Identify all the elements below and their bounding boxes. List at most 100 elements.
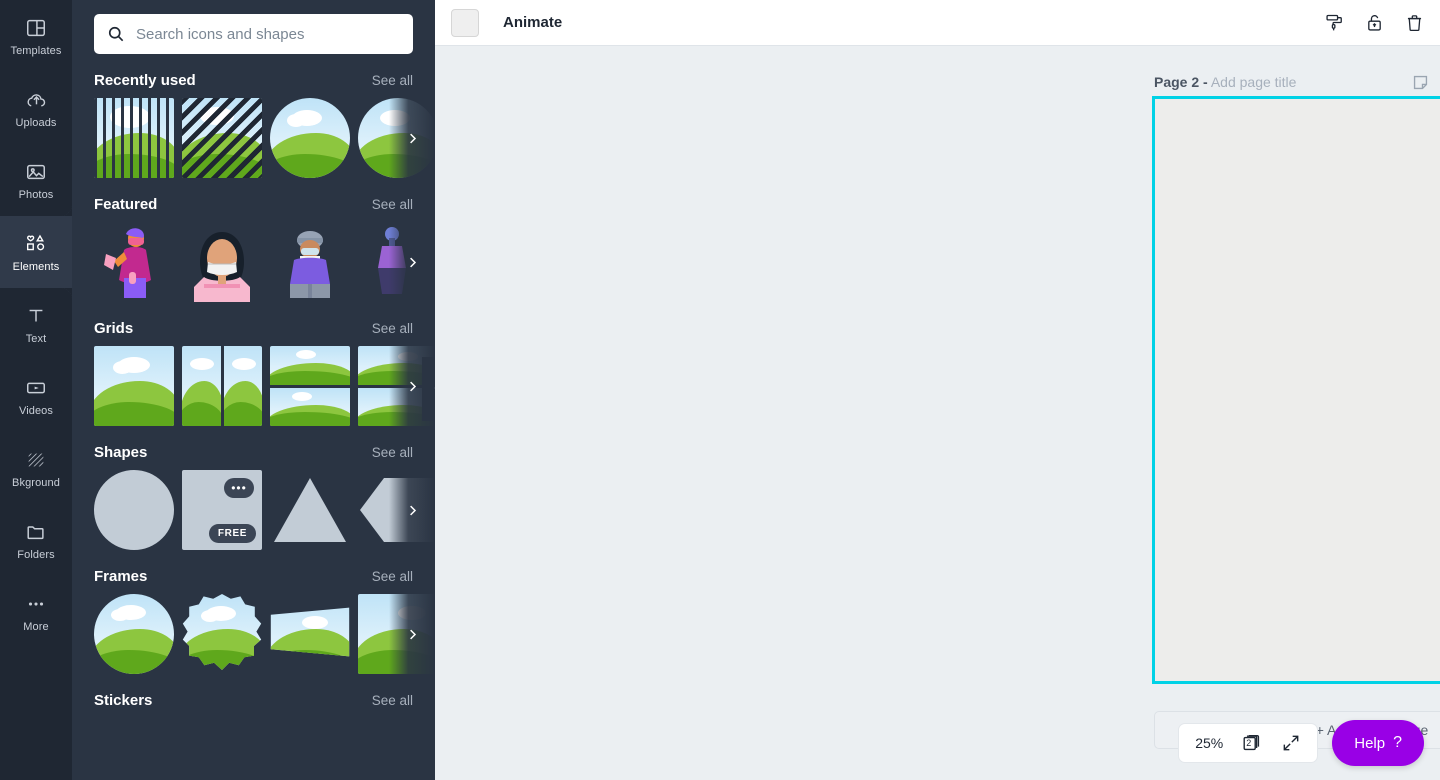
ellipsis-icon <box>23 591 49 617</box>
section-grids: Grids See all <box>72 320 435 426</box>
sidebar-item-folders[interactable]: Folders <box>0 504 72 576</box>
see-all-link[interactable]: See all <box>372 321 413 336</box>
section-shapes: Shapes See all ••• FREE <box>72 444 435 550</box>
search-wrapper <box>72 0 435 54</box>
element-thumbnail-frame-skew[interactable] <box>270 607 350 657</box>
toolbar-actions <box>1322 11 1426 35</box>
photo-icon <box>23 159 49 185</box>
carousel-next-button[interactable] <box>389 222 435 302</box>
section-recently-used: Recently used See all <box>72 72 435 178</box>
sidebar-label: Uploads <box>15 117 57 129</box>
templates-icon <box>23 15 49 41</box>
sidebar-item-more[interactable]: More <box>0 576 72 648</box>
help-label: Help <box>1354 734 1386 752</box>
section-title: Recently used <box>94 72 196 89</box>
see-all-link[interactable]: See all <box>372 569 413 584</box>
page-title-input[interactable]: Add page title <box>1211 74 1297 90</box>
section-header: Featured See all <box>72 196 435 213</box>
sidebar-label: Bkground <box>12 477 60 489</box>
section-header: Stickers See all <box>72 692 435 709</box>
page-header: Page 2 - Add page title <box>1154 72 1440 92</box>
element-thumbnail[interactable] <box>182 98 262 178</box>
page-count-icon[interactable]: 2 <box>1241 732 1263 754</box>
sidebar-label: Elements <box>12 261 60 273</box>
see-all-link[interactable]: See all <box>372 693 413 708</box>
sidebar-item-uploads[interactable]: Uploads <box>0 72 72 144</box>
canvas-workspace[interactable]: Page 2 - Add page title + 25% 2 Help ? <box>435 46 1440 780</box>
section-title: Featured <box>94 196 158 213</box>
page-number-label: Page 2 - <box>1154 74 1208 90</box>
element-thumbnail-circle[interactable] <box>94 470 174 550</box>
sidebar-item-templates[interactable]: Templates <box>0 0 72 72</box>
video-icon <box>23 375 49 401</box>
sidebar-label: Videos <box>18 405 54 417</box>
sidebar-item-videos[interactable]: Videos <box>0 360 72 432</box>
color-swatch[interactable] <box>451 8 479 37</box>
upload-cloud-icon <box>23 87 49 113</box>
element-thumbnail[interactable] <box>94 346 174 426</box>
page-tools <box>1410 72 1440 92</box>
element-thumbnail[interactable] <box>270 222 350 302</box>
section-title: Grids <box>94 320 134 337</box>
element-thumbnail[interactable] <box>270 98 350 178</box>
section-header: Frames See all <box>72 568 435 585</box>
section-stickers: Stickers See all <box>72 692 435 709</box>
collapse-panel-button[interactable] <box>422 357 435 421</box>
element-thumbnail[interactable] <box>270 346 350 426</box>
main-area: Animate Page 2 - Add page title + 25% 2 … <box>435 0 1440 780</box>
see-all-link[interactable]: See all <box>372 445 413 460</box>
section-title: Shapes <box>94 444 148 461</box>
question-mark-icon: ? <box>1393 734 1402 751</box>
app-root: Templates Uploads Photos Elements Text V… <box>0 0 1440 780</box>
thumbnail-row <box>72 346 435 426</box>
sidebar-item-elements[interactable]: Elements <box>0 204 72 300</box>
panel-scroll-area[interactable]: Recently used See all <box>72 0 435 780</box>
search-box[interactable] <box>94 14 413 54</box>
more-options-badge[interactable]: ••• <box>224 478 254 498</box>
element-thumbnail[interactable] <box>94 98 174 178</box>
unlock-icon[interactable] <box>1362 11 1386 35</box>
zoom-control-pill: 25% 2 <box>1178 723 1319 763</box>
see-all-link[interactable]: See all <box>372 197 413 212</box>
section-title: Stickers <box>94 692 153 709</box>
element-thumbnail[interactable] <box>182 222 262 302</box>
carousel-next-button[interactable] <box>389 594 435 674</box>
left-rail: Templates Uploads Photos Elements Text V… <box>0 0 72 780</box>
element-thumbnail-triangle[interactable] <box>270 470 350 550</box>
sidebar-item-bkground[interactable]: Bkground <box>0 432 72 504</box>
thumbnail-row: ••• FREE <box>72 470 435 550</box>
sidebar-label: Photos <box>18 189 54 201</box>
carousel-next-button[interactable] <box>389 98 435 178</box>
element-thumbnail[interactable] <box>94 222 174 302</box>
sidebar-label: Folders <box>17 549 55 561</box>
thumbnail-row <box>72 222 435 302</box>
expand-icon[interactable] <box>1281 733 1301 753</box>
paint-roller-icon[interactable] <box>1322 11 1346 35</box>
search-input[interactable] <box>136 25 401 43</box>
see-all-link[interactable]: See all <box>372 73 413 88</box>
elements-icon <box>23 231 49 257</box>
search-icon <box>106 24 126 44</box>
element-thumbnail-frame-circle[interactable] <box>94 594 174 674</box>
element-thumbnail-frame-scallop[interactable] <box>182 594 262 670</box>
help-button[interactable]: Help ? <box>1332 720 1424 766</box>
page-label: Page 2 - Add page title <box>1154 74 1296 90</box>
sidebar-item-text[interactable]: Text <box>0 288 72 360</box>
zoom-level-value[interactable]: 25% <box>1195 735 1223 751</box>
section-header: Shapes See all <box>72 444 435 461</box>
thumbnail-row <box>72 98 435 178</box>
top-toolbar: Animate <box>435 0 1440 46</box>
element-thumbnail-square[interactable]: ••• FREE <box>182 470 262 550</box>
page-canvas[interactable] <box>1152 96 1440 684</box>
animate-button[interactable]: Animate <box>503 14 562 31</box>
element-thumbnail[interactable] <box>182 346 262 426</box>
trash-icon[interactable] <box>1402 11 1426 35</box>
page-count-value: 2 <box>1246 737 1252 748</box>
carousel-next-button[interactable] <box>389 470 435 550</box>
sidebar-label: Text <box>25 333 47 345</box>
notes-icon[interactable] <box>1410 72 1430 92</box>
chevron-left-icon <box>432 380 435 398</box>
thumbnail-row <box>72 594 435 674</box>
section-header: Recently used See all <box>72 72 435 89</box>
section-header: Grids See all <box>72 320 435 337</box>
